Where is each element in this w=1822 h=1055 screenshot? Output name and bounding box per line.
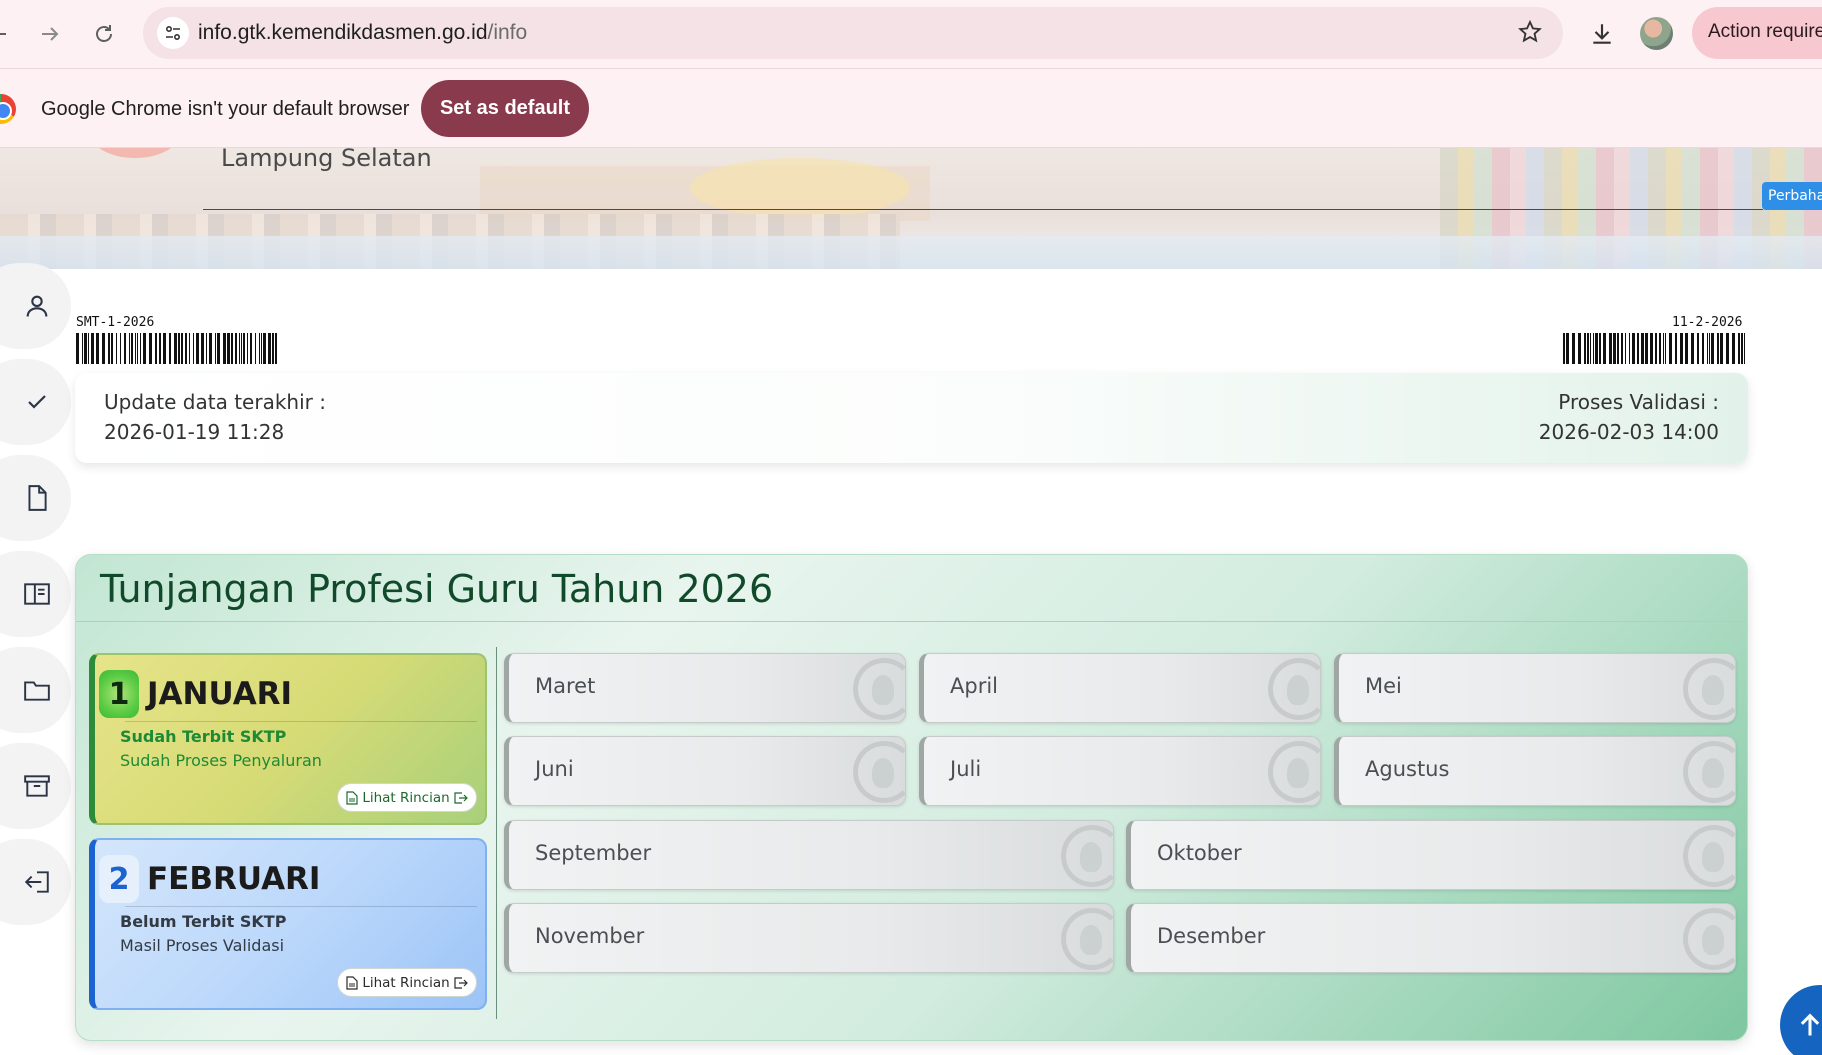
tpg-column-divider (496, 647, 497, 1019)
book-icon (23, 583, 50, 605)
month-box-juli[interactable]: Juli (919, 736, 1321, 806)
sidebar-item-document[interactable] (0, 455, 71, 541)
month-box-mei[interactable]: Mei (1334, 653, 1736, 723)
document-icon (27, 485, 47, 511)
month-box-desember[interactable]: Desember (1126, 903, 1736, 973)
tut-wuri-logo-icon (853, 658, 905, 720)
tut-wuri-logo-icon (1061, 825, 1113, 887)
region-name: Lampung Selatan (221, 144, 432, 172)
external-link-icon (454, 976, 468, 989)
sidebar-item-book[interactable] (0, 551, 71, 637)
month-card-februari: 2 FEBRUARI Belum Terbit SKTP Masil Prose… (89, 838, 487, 1010)
action-required-button[interactable]: Action required (1692, 7, 1822, 59)
month-name: JANUARI (147, 676, 293, 712)
logout-icon (24, 871, 49, 893)
scroll-to-top-button[interactable] (1780, 985, 1822, 1055)
sktp-status: Belum Terbit SKTP (120, 912, 287, 931)
month-box-label: Maret (535, 674, 596, 698)
file-icon (346, 975, 358, 990)
bookmark-star-icon[interactable] (1517, 19, 1543, 49)
address-bar[interactable]: info.gtk.kemendikdasmen.go.id/info (143, 7, 1563, 59)
tut-wuri-logo-icon (853, 741, 905, 803)
month-number: 2 (99, 855, 139, 903)
month-box-label: April (950, 674, 998, 698)
archive-icon (23, 775, 50, 797)
month-card-januari: 1 JANUARI Sudah Terbit SKTP Sudah Proses… (89, 653, 487, 825)
view-details-button[interactable]: Lihat Rincian (337, 783, 477, 812)
download-icon[interactable] (1582, 14, 1622, 54)
file-icon (346, 790, 358, 805)
forward-arrow-icon (42, 27, 59, 41)
barcode-right-label: 11-2-2026 (1672, 315, 1743, 330)
month-box-september[interactable]: September (504, 820, 1114, 890)
view-details-label: Lihat Rincian (362, 789, 450, 806)
tpg-panel: Tunjangan Profesi Guru Tahun 2026 1 JANU… (75, 554, 1748, 1041)
tut-wuri-logo-icon (1268, 741, 1320, 803)
tut-wuri-logo-icon (1683, 908, 1735, 970)
month-box-label: Juni (535, 757, 574, 781)
process-status: Masil Proses Validasi (120, 936, 285, 955)
barcode-left (76, 333, 277, 364)
month-box-label: Mei (1365, 674, 1402, 698)
month-box-maret[interactable]: Maret (504, 653, 906, 723)
process-status: Sudah Proses Penyaluran (120, 751, 322, 770)
tpg-title: Tunjangan Profesi Guru Tahun 2026 (100, 567, 774, 611)
month-box-juni[interactable]: Juni (504, 736, 906, 806)
last-update-value: 2026-01-19 11:28 (104, 420, 285, 444)
check-icon (27, 395, 46, 409)
sidebar-item-profile[interactable] (0, 263, 71, 349)
last-update-label: Update data terakhir : (104, 390, 326, 414)
banner-divider (203, 209, 1763, 210)
back-button[interactable] (0, 14, 18, 54)
barcode-left-label: SMT-1-2026 (76, 315, 155, 330)
update-status-card: Update data terakhir : 2026-01-19 11:28 … (75, 373, 1748, 463)
update-tag-button[interactable]: Perbaharui (1762, 182, 1822, 210)
external-link-icon (454, 791, 468, 804)
sktp-status: Sudah Terbit SKTP (120, 727, 287, 746)
tut-wuri-logo-icon (1268, 658, 1320, 720)
user-icon (26, 295, 47, 317)
sidebar-item-validation[interactable] (0, 359, 71, 445)
month-box-label: Desember (1157, 924, 1266, 948)
tut-wuri-logo-icon (1683, 741, 1735, 803)
validation-value: 2026-02-03 14:00 (1538, 420, 1719, 444)
month-box-label: Agustus (1365, 757, 1450, 781)
tut-wuri-logo-icon (1061, 908, 1113, 970)
sidebar-item-archive[interactable] (0, 743, 71, 829)
sidebar-item-folder[interactable] (0, 647, 71, 733)
set-default-button[interactable]: Set as default (421, 80, 589, 137)
month-box-november[interactable]: November (504, 903, 1114, 973)
reload-button[interactable] (84, 14, 124, 54)
month-box-label: Oktober (1157, 841, 1242, 865)
month-number: 1 (99, 670, 139, 718)
month-box-oktober[interactable]: Oktober (1126, 820, 1736, 890)
folder-icon (23, 681, 50, 701)
browser-toolbar: info.gtk.kemendikdasmen.go.id/info Actio… (0, 0, 1822, 68)
month-box-label: Juli (950, 757, 982, 781)
tut-wuri-logo-icon (1683, 658, 1735, 720)
arrow-up-icon (1800, 1013, 1820, 1036)
url-text[interactable]: info.gtk.kemendikdasmen.go.id/info (198, 21, 527, 45)
view-details-button[interactable]: Lihat Rincian (337, 968, 477, 997)
month-box-label: September (535, 841, 652, 865)
sidebar-item-logout[interactable] (0, 839, 71, 925)
back-arrow-icon (0, 33, 6, 35)
profile-avatar[interactable] (1640, 17, 1673, 50)
month-box-label: November (535, 924, 645, 948)
forward-button[interactable] (30, 14, 70, 54)
reload-icon (96, 25, 112, 42)
validation-label: Proses Validasi : (1558, 390, 1719, 414)
month-box-april[interactable]: April (919, 653, 1321, 723)
tut-wuri-logo-icon (1683, 825, 1735, 887)
tpg-divider (76, 621, 1747, 622)
infobar-message: Google Chrome isn't your default browser (41, 98, 410, 120)
month-name: FEBRUARI (147, 861, 321, 897)
site-info-icon[interactable] (157, 17, 189, 49)
barcode-right (1563, 333, 1745, 364)
view-details-label: Lihat Rincian (362, 974, 450, 991)
month-box-agustus[interactable]: Agustus (1334, 736, 1736, 806)
